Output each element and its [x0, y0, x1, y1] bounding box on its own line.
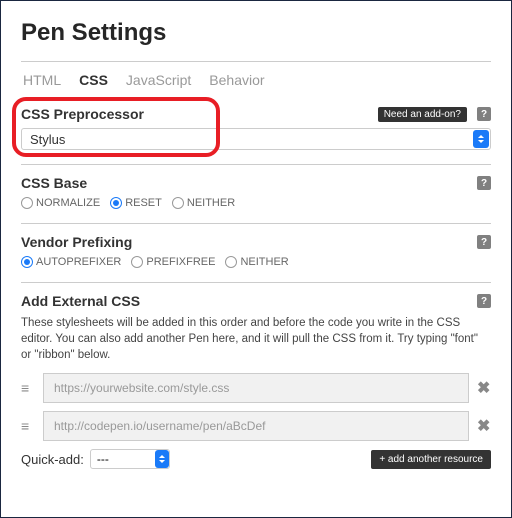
vendor-radio-group: AUTOPREFIXER PREFIXFREE NEITHER: [21, 256, 491, 268]
radio-icon: [172, 197, 184, 209]
radio-neither[interactable]: NEITHER: [172, 197, 235, 209]
radio-normalize[interactable]: NORMALIZE: [21, 197, 100, 209]
help-icon[interactable]: ?: [477, 235, 491, 249]
tab-javascript[interactable]: JavaScript: [126, 72, 191, 88]
external-footer: Quick-add: --- + add another resource: [21, 449, 491, 469]
radio-prefixfree[interactable]: PREFIXFREE: [131, 256, 215, 268]
vendor-title: Vendor Prefixing: [21, 234, 132, 250]
divider: [21, 282, 491, 283]
quick-add-select[interactable]: ---: [90, 449, 170, 469]
radio-icon: [21, 197, 33, 209]
external-description: These stylesheets will be added in this …: [21, 315, 491, 363]
resource-row: ✖: [21, 411, 491, 441]
remove-icon[interactable]: ✖: [477, 378, 491, 398]
tab-css[interactable]: CSS: [79, 72, 108, 88]
preprocessor-select[interactable]: Stylus: [21, 128, 491, 150]
css-base-title: CSS Base: [21, 175, 87, 191]
dialog-title: Pen Settings: [21, 19, 491, 47]
addon-badge[interactable]: Need an add-on?: [378, 107, 467, 122]
preprocessor-title: CSS Preprocessor: [21, 106, 144, 122]
pen-settings-dialog: Pen Settings HTML CSS JavaScript Behavio…: [0, 0, 512, 518]
help-icon[interactable]: ?: [477, 294, 491, 308]
resource-input[interactable]: [43, 373, 469, 403]
radio-reset[interactable]: RESET: [110, 197, 162, 209]
help-icon[interactable]: ?: [477, 107, 491, 121]
divider: [21, 61, 491, 62]
radio-icon: [21, 256, 33, 268]
section-preprocessor: CSS Preprocessor Need an add-on? ? Stylu…: [21, 106, 491, 150]
drag-handle-icon[interactable]: [21, 381, 35, 395]
add-resource-button[interactable]: + add another resource: [371, 450, 491, 469]
divider: [21, 223, 491, 224]
section-vendor-prefixing: Vendor Prefixing ? AUTOPREFIXER PREFIXFR…: [21, 234, 491, 268]
radio-vendor-neither[interactable]: NEITHER: [225, 256, 288, 268]
css-base-radio-group: NORMALIZE RESET NEITHER: [21, 197, 491, 209]
divider: [21, 164, 491, 165]
quick-add-label: Quick-add:: [21, 452, 84, 467]
radio-icon: [110, 197, 122, 209]
section-css-base: CSS Base ? NORMALIZE RESET NEITHER: [21, 175, 491, 209]
radio-icon: [131, 256, 143, 268]
remove-icon[interactable]: ✖: [477, 416, 491, 436]
drag-handle-icon[interactable]: [21, 419, 35, 433]
tab-html[interactable]: HTML: [23, 72, 61, 88]
help-icon[interactable]: ?: [477, 176, 491, 190]
radio-icon: [225, 256, 237, 268]
tab-behavior[interactable]: Behavior: [209, 72, 264, 88]
radio-autoprefixer[interactable]: AUTOPREFIXER: [21, 256, 121, 268]
section-external-css: Add External CSS ? These stylesheets wil…: [21, 293, 491, 469]
external-title: Add External CSS: [21, 293, 140, 309]
resource-row: ✖: [21, 373, 491, 403]
tabs: HTML CSS JavaScript Behavior: [21, 72, 491, 88]
resource-input[interactable]: [43, 411, 469, 441]
